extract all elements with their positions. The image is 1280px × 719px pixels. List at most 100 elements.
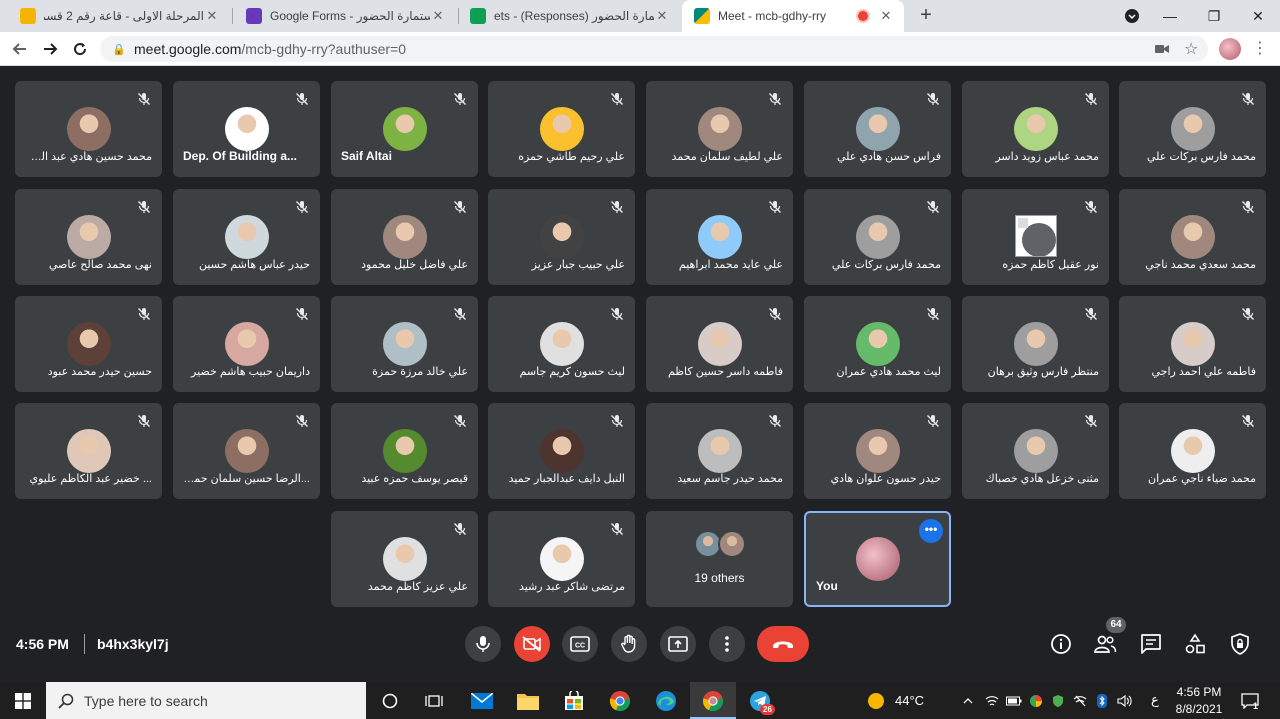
edge-app-button[interactable] [644,682,688,719]
address-bar[interactable]: 🔒 meet.google.com/mcb-gdhy-rry?authuser=… [100,36,1208,62]
tab-meet[interactable]: Meet - mcb-gdhy-rry ✕ [682,0,904,32]
browser-menu-button[interactable]: ⋮ [1252,40,1268,60]
participant-tile[interactable]: محمد ضياء ناجي عمران [1119,403,1266,499]
tab-lecture-hall[interactable]: المرحلة الاولى - قاعة رقم 2 قسم الـ ✕ [8,0,230,32]
raise-hand-button[interactable] [611,626,647,662]
participant-tile[interactable]: Saif Altai [331,81,478,177]
participant-tile[interactable]: ... خضير عبد الكاظم عليوي [15,403,162,499]
forward-button[interactable] [38,37,62,61]
camera-off-button[interactable] [514,626,550,662]
profile-avatar[interactable] [1219,38,1241,60]
leave-call-button[interactable] [757,626,809,662]
battery-icon[interactable] [1004,682,1024,719]
participant-tile[interactable]: محمد حسين هادي عبد الكريم [15,81,162,177]
chrome-app-button[interactable] [598,682,642,719]
participant-tile[interactable]: محمد سعدي محمد ناجي [1119,189,1266,285]
participant-tile[interactable]: فاطمه علي احمد راجي [1119,296,1266,392]
participant-tile[interactable]: علي حبيب جبار عزيز [488,189,635,285]
captions-button[interactable]: CC [562,626,598,662]
participant-tile[interactable]: حسين حيدر محمد عبود [15,296,162,392]
clock-date[interactable]: 8/8/2021 [1174,702,1224,716]
network-disconnected-icon[interactable] [1070,682,1090,719]
close-tab-icon[interactable]: ✕ [204,8,220,24]
participant-tile[interactable]: ليث حسون كريم جاسم [488,296,635,392]
others-tile[interactable]: 19 others [646,511,793,607]
host-controls-button[interactable] [1226,630,1254,658]
input-language-indicator[interactable]: ع [1151,692,1159,708]
close-tab-icon[interactable]: ✕ [878,8,894,24]
telegram-app-button[interactable]: 26 [738,682,782,719]
present-screen-button[interactable] [660,626,696,662]
participant-tile[interactable]: منتظر فارس وثيق برهان [962,296,1109,392]
participant-tile[interactable]: النبل دايف عبدالجبار حميد [488,403,635,499]
participant-tile[interactable]: Dep. Of Building a... [173,81,320,177]
participant-tile[interactable]: حيدر عباس هاشم حسين [173,189,320,285]
tab-title: ets - (Responses) استمارة الحضور [494,9,654,23]
participant-tile[interactable]: علي رحيم طاشي حمزه [488,81,635,177]
self-tile[interactable]: ••• You [804,511,951,607]
participant-tile[interactable]: قيصر يوسف حمزه عبيد [331,403,478,499]
meet-favicon-icon [694,8,710,24]
participant-tile[interactable]: فراس حسن هادي علي [804,81,951,177]
bluetooth-icon[interactable] [1092,682,1112,719]
show-hidden-icons-chevron-up-icon[interactable] [958,682,978,719]
volume-icon[interactable] [1114,682,1136,719]
participant-tile[interactable]: داريمان حبيب هاشم خضير [173,296,320,392]
file-explorer-button[interactable] [506,682,550,719]
new-tab-button[interactable]: + [914,4,938,28]
cortana-button[interactable] [370,682,410,719]
participant-tile[interactable]: نور عقيل كاظم حمزه [962,189,1109,285]
participant-tile[interactable]: مرتضى شاكر عبد رشيد [488,511,635,607]
security-tray-icon[interactable] [1048,682,1068,719]
task-view-button[interactable] [414,682,454,719]
tab-google-forms[interactable]: Google Forms - استمارة الحضور ✕ [234,0,456,32]
participant-tile[interactable]: محمد فارس بركات علي [804,189,951,285]
participant-tile[interactable]: محمد عباس زويد داسر [962,81,1109,177]
chat-button[interactable] [1137,630,1165,658]
tab-sheets-responses[interactable]: ets - (Responses) استمارة الحضور ✕ [458,0,680,32]
more-options-dots-icon[interactable]: ••• [919,519,943,543]
minimize-button[interactable]: — [1148,0,1192,32]
microphone-muted-icon [767,413,783,429]
mail-app-button[interactable] [460,682,504,719]
participant-tile[interactable]: مثنى خزعل هادي خصباك [962,403,1109,499]
weather-temperature[interactable]: 44°C [895,693,924,708]
color-app-tray-icon[interactable] [1026,682,1046,719]
participant-tile[interactable]: علي عايد محمد ابراهيم [646,189,793,285]
close-tab-icon[interactable]: ✕ [654,8,670,24]
participant-avatar [539,429,584,473]
action-center-button[interactable]: 1 [1232,682,1268,719]
maximize-button[interactable]: ❐ [1192,0,1236,32]
reload-button[interactable] [68,37,92,61]
activities-button[interactable] [1181,630,1209,658]
wifi-icon[interactable] [982,682,1002,719]
participant-tile[interactable]: ليث محمد هادي عمران [804,296,951,392]
clock-time[interactable]: 4:56 PM [1174,685,1224,699]
close-window-button[interactable]: ✕ [1236,0,1280,32]
participant-tile[interactable]: علي خالد مرزة حمزة [331,296,478,392]
participant-tile[interactable]: علي عزيز كاظم محمد [331,511,478,607]
taskbar-search-box[interactable]: Type here to search [46,682,366,719]
participant-tile[interactable]: محمد فارس بركات علي [1119,81,1266,177]
participant-tile[interactable]: محمد حيدر جاسم سعيد [646,403,793,499]
weather-sun-icon[interactable] [864,682,888,719]
close-tab-icon[interactable]: ✕ [430,8,446,24]
participant-tile[interactable]: ...الرضا حسين سلمان حمزه [173,403,320,499]
participant-tile[interactable]: فاطمه داسر حسين كاظم [646,296,793,392]
chrome-active-window-button[interactable] [690,682,736,719]
meeting-details-button[interactable] [1047,630,1075,658]
microphone-button[interactable] [465,626,501,662]
show-everyone-button[interactable] [1091,630,1119,658]
browser-toolbar: 🔒 meet.google.com/mcb-gdhy-rry?authuser=… [0,32,1280,66]
participant-tile[interactable]: نهى محمد صالح عاصي [15,189,162,285]
back-button[interactable] [8,37,32,61]
camera-in-use-icon[interactable] [1155,36,1169,62]
microsoft-store-button[interactable] [552,682,596,719]
participant-tile[interactable]: حيدر حسون علوان هادي [804,403,951,499]
more-options-button[interactable] [709,626,745,662]
bookmark-star-icon[interactable]: ☆ [1184,36,1198,62]
participant-tile[interactable]: علي لطيف سلمان محمد [646,81,793,177]
microphone-muted-icon [767,91,783,107]
start-button[interactable] [0,682,46,719]
participant-tile[interactable]: علي فاضل خليل محمود [331,189,478,285]
